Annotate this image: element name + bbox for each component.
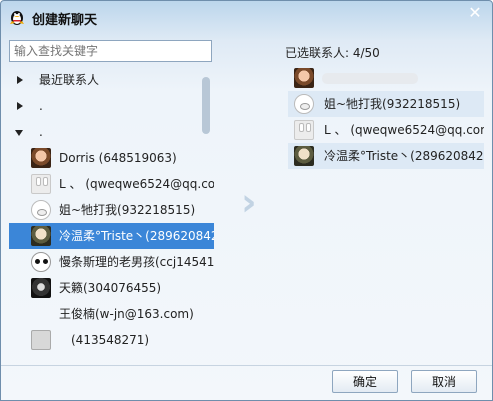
selected-count-title: 已选联系人: 4/50 [285,46,380,60]
group-label: 最近联系人 [39,73,100,87]
group-label: . [39,125,43,139]
contact-item[interactable]: 天籁(304076455) [9,275,214,301]
close-button[interactable]: ✕ [466,5,484,23]
collapse-arrow-icon[interactable] [15,130,23,136]
contact-name: Dorris (648519063) [59,151,177,165]
sheep-avatar [294,94,314,114]
bunny-avatar [31,174,51,194]
contact-name: 慢条斯理的老男孩(ccj14541 [59,255,214,269]
gray-avatar [31,330,51,350]
create-chat-window: 创建新聊天 ✕ 最近联系人 . . Dorris (648519063) L 、… [0,0,493,401]
panda-avatar [31,252,51,272]
sheep-avatar [31,200,51,220]
selected-item[interactable] [288,65,484,91]
photo-avatar [294,68,314,88]
photo-avatar [294,146,314,166]
group-dot-2[interactable]: . [9,119,214,145]
photo-avatar [31,226,51,246]
contact-item[interactable]: Dorris (648519063) [9,145,214,171]
footer-divider [1,365,492,366]
search-input[interactable] [9,40,212,62]
add-arrow-icon: › [241,180,257,224]
scroll-thumb[interactable] [202,77,210,134]
contact-item[interactable]: (413548271) [9,327,214,353]
dark-photo-avatar [31,278,51,298]
group-dot-1[interactable]: . [9,93,214,119]
tree-scrollbar[interactable] [202,77,210,357]
obscured-name [322,73,418,84]
contact-name: 姐~牠打我(932218515) [59,203,196,217]
group-recent-contacts[interactable]: 最近联系人 [9,67,214,93]
contact-name: 冷温柔°Triste丶(289620842) [59,229,214,243]
expand-arrow-icon[interactable] [17,102,23,110]
contact-item[interactable]: L 、 (qweqwe6524@qq.com) [9,171,214,197]
empty-avatar [31,304,51,324]
contact-name: (413548271) [71,333,150,347]
contact-name: 天籁(304076455) [59,281,162,295]
contact-name: 王俊楠(w-jn@163.com) [59,307,194,321]
cancel-button[interactable]: 取消 [411,370,477,393]
contact-item[interactable]: 王俊楠(w-jn@163.com) [9,301,214,327]
contact-name: L 、 (qweqwe6524@qq.com) [59,177,214,191]
contact-name: 冷温柔°Triste丶(289620842) [324,149,484,163]
group-label: . [39,99,43,113]
contact-name: L 、 (qweqwe6524@qq.com) [324,123,484,137]
bunny-avatar [294,120,314,140]
selected-item[interactable]: 姐~牠打我(932218515) [288,91,484,117]
title-bar[interactable]: 创建新聊天 ✕ [1,1,492,33]
contact-item[interactable]: 姐~牠打我(932218515) [9,197,214,223]
contact-name: 姐~牠打我(932218515) [324,97,461,111]
selected-contacts-list[interactable]: 姐~牠打我(932218515) L 、 (qweqwe6524@qq.com)… [288,65,484,169]
ok-button[interactable]: 确定 [332,370,398,393]
qq-penguin-icon [10,11,24,25]
close-icon: ✕ [468,3,482,22]
selected-item[interactable]: L 、 (qweqwe6524@qq.com) [288,117,484,143]
expand-arrow-icon[interactable] [17,76,23,84]
selected-item[interactable]: 冷温柔°Triste丶(289620842) [288,143,484,169]
contact-item-selected[interactable]: 冷温柔°Triste丶(289620842) [9,223,214,249]
photo-avatar [31,148,51,168]
contact-tree[interactable]: 最近联系人 . . Dorris (648519063) L 、 (qweqwe… [9,67,214,357]
contact-item[interactable]: 慢条斯理的老男孩(ccj14541 [9,249,214,275]
window-title: 创建新聊天 [32,13,98,28]
